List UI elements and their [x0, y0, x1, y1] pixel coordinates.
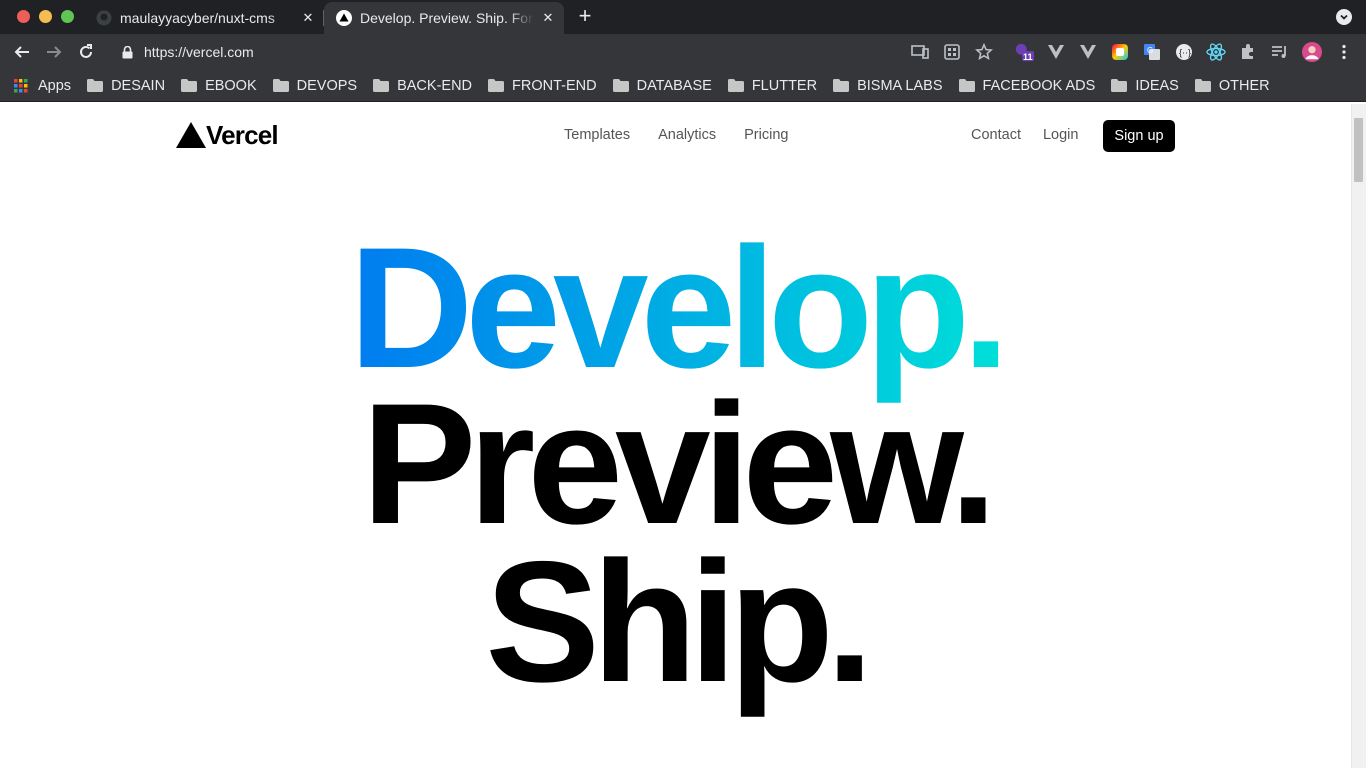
bookmark-flutter[interactable]: FLUTTER	[727, 77, 818, 94]
folder-icon	[958, 79, 975, 93]
folder-icon	[1111, 79, 1128, 93]
bookmark-front-end[interactable]: FRONT-END	[488, 78, 597, 94]
window-maximize-button[interactable]	[61, 10, 74, 23]
bookmark-desain[interactable]: DESAIN	[87, 78, 165, 94]
svg-text:G: G	[1147, 46, 1153, 55]
scrollbar-thumb[interactable]	[1354, 118, 1363, 182]
vue-devtools-icon[interactable]	[1078, 42, 1098, 62]
folder-icon	[488, 79, 505, 93]
svg-text:{··}: {··}	[1179, 48, 1191, 58]
address-bar[interactable]: https://vercel.com	[112, 38, 1122, 66]
bookmark-bisma-labs[interactable]: BISMA LABS	[833, 77, 943, 94]
bookmark-label: FACEBOOK ADS	[982, 77, 1096, 94]
bookmark-back-end[interactable]: BACK-END	[373, 78, 472, 94]
media-queue-icon[interactable]	[1270, 42, 1290, 62]
url-text: https://vercel.com	[144, 44, 254, 60]
browser-tab-strip: maulayyacyber/nuxt-cms ✕ Develop. Previe…	[0, 0, 1366, 34]
sign-up-button[interactable]: Sign up	[1103, 120, 1175, 152]
window-close-button[interactable]	[17, 10, 30, 23]
vue-devtools-icon[interactable]	[1046, 42, 1066, 62]
tab-close-icon[interactable]: ✕	[300, 10, 316, 26]
forward-arrow-icon[interactable]	[42, 40, 66, 64]
folder-icon	[373, 79, 390, 93]
new-tab-button[interactable]: +	[574, 5, 596, 28]
reload-icon[interactable]	[74, 40, 98, 64]
bookmark-label: DESAIN	[111, 77, 166, 94]
react-devtools-icon[interactable]	[1206, 42, 1226, 62]
bookmark-other[interactable]: OTHER	[1194, 77, 1270, 94]
folder-icon	[612, 79, 629, 93]
folder-icon	[272, 79, 289, 93]
bookmark-label: DEVOPS	[296, 77, 358, 94]
nav-link-contact[interactable]: Contact	[971, 127, 1021, 143]
nav-link-templates[interactable]: Templates	[564, 127, 630, 143]
bookmark-label: BACK-END	[397, 77, 473, 94]
nav-link-pricing[interactable]: Pricing	[744, 127, 788, 143]
nav-link-login[interactable]: Login	[1043, 127, 1078, 143]
hero-ship: Ship.	[485, 526, 873, 718]
page-scrollbar[interactable]	[1351, 104, 1366, 768]
bookmark-database[interactable]: DATABASE	[612, 77, 712, 94]
folder-icon	[727, 79, 744, 93]
bookmark-star-icon[interactable]	[974, 42, 994, 62]
nav-link-analytics[interactable]: Analytics	[658, 127, 716, 143]
logo-text: Vercel	[206, 120, 279, 150]
vercel-triangle-icon	[336, 10, 352, 26]
apps-grid-icon	[14, 78, 30, 93]
bookmark-devops[interactable]: DEVOPS	[272, 77, 358, 94]
bookmark-label: EBOOK	[205, 77, 257, 94]
extensions-puzzle-icon[interactable]	[1238, 42, 1258, 62]
google-translate-icon[interactable]: G	[1142, 42, 1162, 62]
browser-tab-vercel[interactable]: Develop. Preview. Ship. For ✕	[324, 2, 564, 34]
github-icon	[96, 10, 112, 26]
site-header: Vercel Templates Analytics Pricing Conta…	[0, 104, 1351, 168]
bookmark-apps[interactable]: Apps	[14, 78, 71, 94]
bookmark-label: BISMA LABS	[857, 77, 943, 94]
color-picker-icon[interactable]	[1110, 42, 1130, 62]
bookmark-label: OTHER	[1218, 77, 1270, 94]
cast-icon[interactable]	[910, 42, 930, 62]
tab-close-icon[interactable]: ✕	[540, 10, 556, 26]
json-viewer-icon[interactable]: {··}	[1174, 42, 1194, 62]
bookmark-ideas[interactable]: IDEAS	[1111, 78, 1179, 94]
extension-notification-icon[interactable]: 11	[1014, 42, 1034, 62]
browser-toolbar: https://vercel.com 11 G {··}	[0, 34, 1366, 70]
bookmark-label: FRONT-END	[512, 77, 597, 94]
kebab-menu-icon[interactable]	[1334, 42, 1354, 62]
back-arrow-icon[interactable]	[10, 40, 34, 64]
vercel-triangle-icon	[176, 122, 206, 148]
primary-nav: Templates Analytics Pricing	[564, 127, 816, 143]
qr-code-icon[interactable]	[942, 42, 962, 62]
bookmark-ebook[interactable]: EBOOK	[181, 78, 257, 94]
bookmark-label: IDEAS	[1135, 77, 1179, 94]
folder-icon	[1194, 79, 1211, 93]
tab-title: Develop. Preview. Ship. For	[360, 10, 533, 26]
bookmark-facebook-ads[interactable]: FACEBOOK ADS	[958, 77, 1096, 94]
profile-avatar[interactable]	[1302, 42, 1322, 62]
bookmarks-bar: Apps DESAIN EBOOK DEVOPS BACK-END FRONT-END DA…	[0, 70, 1366, 102]
folder-icon	[833, 79, 850, 93]
folder-icon	[87, 79, 104, 93]
lock-icon[interactable]	[120, 45, 134, 59]
bookmark-label: FLUTTER	[751, 77, 818, 94]
window-minimize-button[interactable]	[39, 10, 52, 23]
bookmark-label: Apps	[38, 77, 72, 94]
page-viewport: Vercel Templates Analytics Pricing Conta…	[0, 104, 1366, 768]
secondary-nav: Contact Login	[971, 127, 1100, 143]
folder-icon	[181, 79, 198, 93]
extension-badge: 11	[1023, 52, 1033, 62]
hero-preview: Preview.	[361, 368, 998, 560]
bookmark-label: DATABASE	[636, 77, 712, 94]
vercel-logo[interactable]: Vercel	[176, 120, 279, 150]
browser-tab-github[interactable]: maulayyacyber/nuxt-cms ✕	[84, 2, 324, 34]
tab-search-icon[interactable]	[1336, 9, 1352, 25]
tab-title: maulayyacyber/nuxt-cms	[120, 10, 275, 26]
